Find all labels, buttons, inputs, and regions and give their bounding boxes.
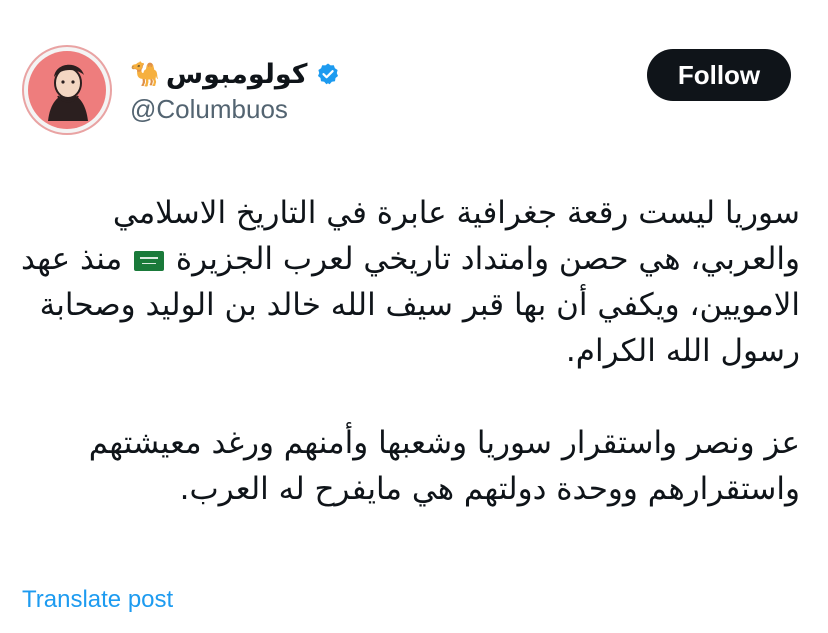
post-paragraph-2: عز ونصر واستقرار سوريا وشعبها وأمنهم ورغ… <box>88 425 800 507</box>
author-name-row[interactable]: 🐪 كولومبوس <box>130 54 340 94</box>
camel-emoji: 🐪 <box>130 60 160 88</box>
post-paragraph-1: سوريا ليست رقعة جغرافية عابرة في التاريخ… <box>10 190 800 374</box>
author-handle[interactable]: @Columbuos <box>130 94 288 125</box>
post-paragraph-1-start: سوريا ليست رقعة جغرافية عابرة في التاريخ… <box>112 195 800 277</box>
verified-badge-icon <box>317 63 338 85</box>
saudi-flag-icon <box>134 250 165 271</box>
post-text: سوريا ليست رقعة جغرافية عابرة في التاريخ… <box>10 190 800 512</box>
follow-button[interactable]: Follow <box>647 49 791 101</box>
avatar[interactable] <box>22 45 112 135</box>
translate-post-link[interactable]: Translate post <box>22 586 173 614</box>
avatar-portrait-icon <box>28 51 106 129</box>
author-display-name[interactable]: كولومبوس <box>166 61 308 88</box>
